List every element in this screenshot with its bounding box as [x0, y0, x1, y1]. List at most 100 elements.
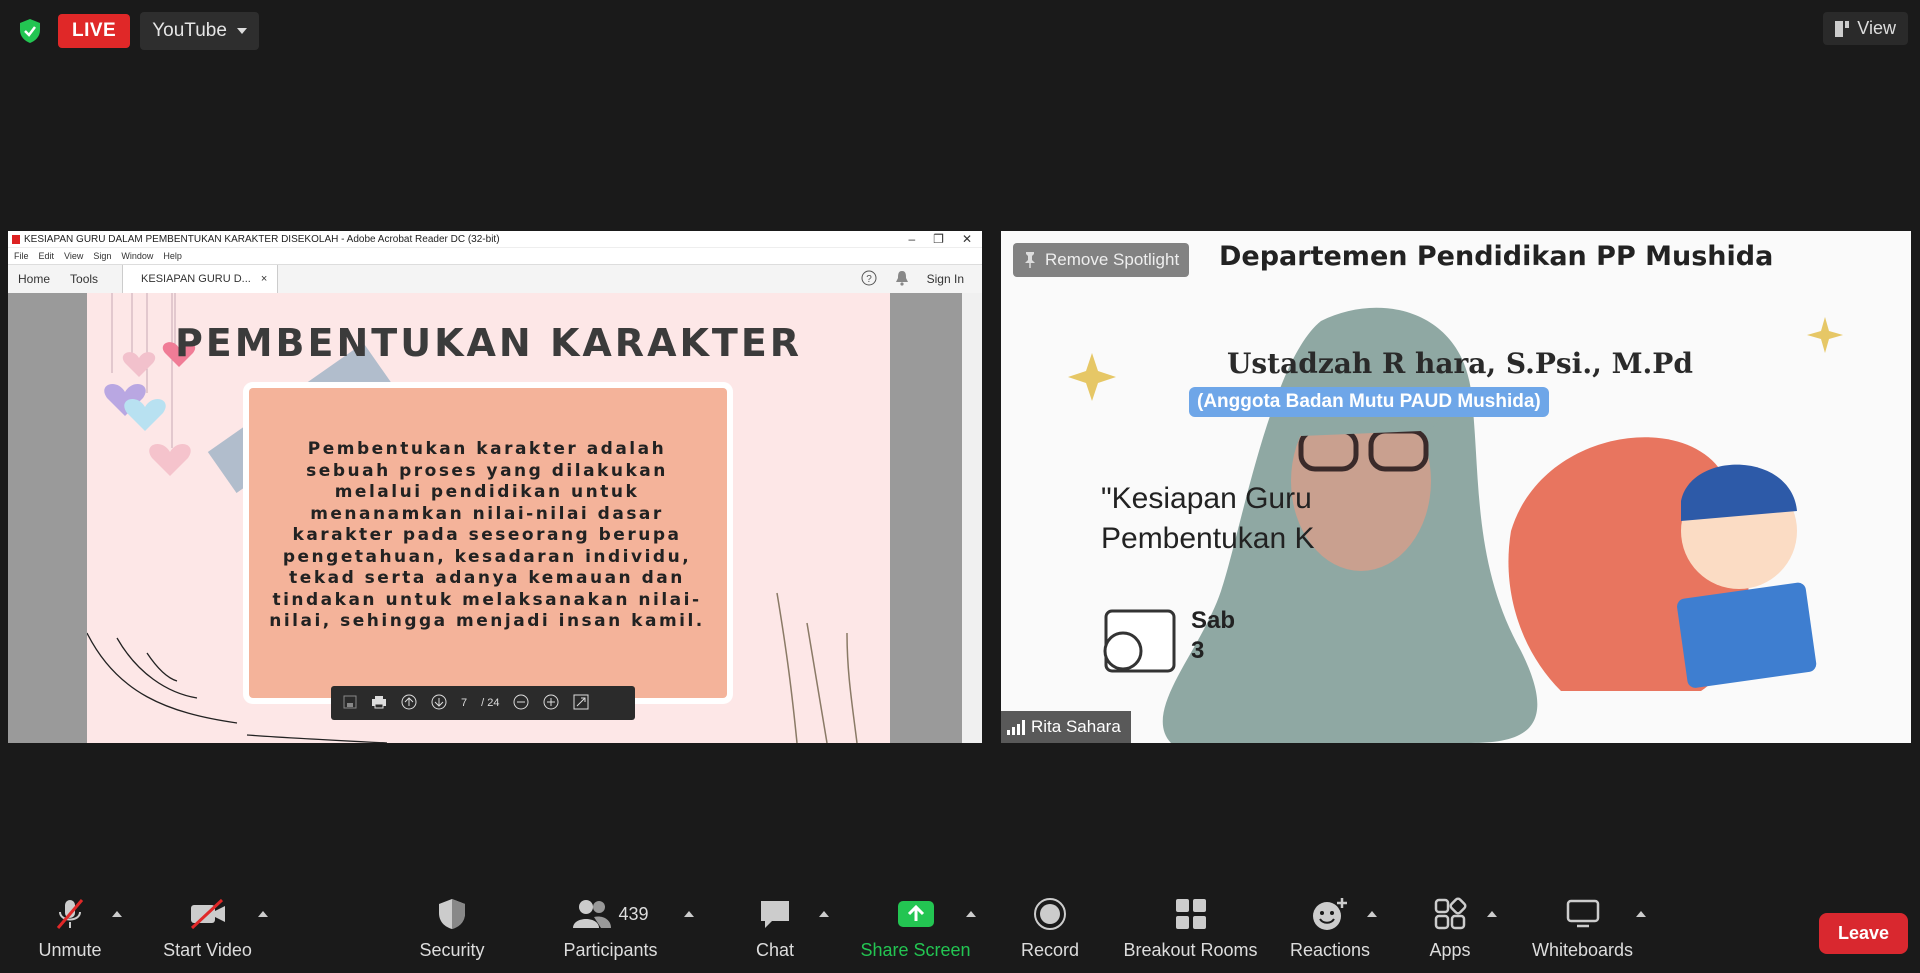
slide-topic: "Kesiapan Guru Pembentukan K	[1101, 479, 1314, 559]
next-page-icon[interactable]	[431, 694, 447, 713]
participant-name: Rita Sahara	[1031, 717, 1121, 736]
close-icon[interactable]: ✕	[962, 232, 972, 246]
stream-target-dropdown[interactable]: YouTube	[140, 12, 259, 50]
participants-icon	[573, 900, 612, 928]
restore-icon[interactable]: ❐	[933, 232, 944, 246]
record-button[interactable]: Record	[1010, 880, 1090, 973]
menu-view[interactable]: View	[64, 251, 83, 261]
breakout-rooms-icon	[1174, 892, 1208, 936]
stream-target-label: YouTube	[152, 20, 227, 41]
share-options-chevron-icon[interactable]	[966, 911, 976, 917]
record-icon	[1033, 892, 1067, 936]
start-video-button[interactable]: Start Video	[150, 880, 265, 973]
participant-count: 439	[618, 903, 649, 924]
unmute-button[interactable]: Unmute	[20, 880, 120, 973]
pdf-floating-toolbar: 7 / 24	[331, 686, 635, 720]
slide-topic-line2: Pembentukan K	[1101, 522, 1315, 555]
menu-sign[interactable]: Sign	[93, 251, 111, 261]
view-button[interactable]: View	[1823, 12, 1908, 45]
slide-department: Departemen Pendidikan PP Mushida	[1219, 241, 1774, 272]
live-badge[interactable]: LIVE	[58, 14, 131, 48]
breakout-rooms-label: Breakout Rooms	[1123, 940, 1258, 960]
scrollbar[interactable]	[962, 293, 982, 743]
share-screen-button[interactable]: Share Screen	[858, 880, 973, 973]
notification-bell-icon[interactable]	[895, 270, 909, 289]
pdf-app-icon	[12, 234, 20, 244]
record-label: Record	[1020, 940, 1080, 960]
tab-close-icon[interactable]: ×	[261, 273, 267, 285]
participant-name-tag: Rita Sahara	[1001, 711, 1131, 743]
help-icon[interactable]: ?	[861, 270, 877, 289]
leave-button[interactable]: Leave	[1818, 913, 1908, 954]
microphone-muted-icon	[52, 892, 88, 936]
whiteboard-icon	[1565, 892, 1601, 936]
svg-text:?: ?	[866, 274, 872, 285]
whiteboards-options-chevron-icon[interactable]	[1636, 911, 1646, 917]
chat-label: Chat	[755, 940, 795, 960]
video-off-icon	[188, 892, 228, 936]
view-layout-icon	[1835, 20, 1850, 37]
slide-body: Pembentukan karakter adalah sebuah prose…	[269, 439, 705, 631]
sign-in-button[interactable]: Sign In	[927, 272, 964, 286]
print-icon[interactable]	[371, 695, 387, 712]
participants-icon-group: 439	[572, 892, 649, 936]
slide-speaker-name: Ustadzah R hara, S.Psi., M.Pd	[1227, 347, 1693, 380]
previous-page-icon[interactable]	[401, 694, 417, 713]
apps-label: Apps	[1429, 940, 1471, 960]
participants-button[interactable]: 439 Participants	[548, 880, 673, 973]
tab-home[interactable]: Home	[8, 272, 60, 286]
chat-bubble-icon	[758, 892, 792, 936]
reactions-label: Reactions	[1289, 940, 1371, 960]
menu-window[interactable]: Window	[121, 251, 153, 261]
video-options-chevron-icon[interactable]	[258, 911, 268, 917]
start-video-label: Start Video	[163, 940, 252, 960]
view-label: View	[1857, 18, 1896, 38]
apps-options-chevron-icon[interactable]	[1487, 911, 1497, 917]
acrobat-menu-bar: File Edit View Sign Window Help	[8, 248, 982, 264]
tab-tools[interactable]: Tools	[60, 272, 108, 286]
minimize-icon[interactable]: –	[908, 232, 915, 246]
meeting-toolbar: Unmute Start Video Security 439 Particip…	[0, 880, 1920, 973]
whiteboards-button[interactable]: Whiteboards	[1520, 880, 1645, 973]
security-shield-icon	[437, 892, 467, 936]
remove-spotlight-button[interactable]: Remove Spotlight	[1013, 243, 1190, 277]
menu-file[interactable]: File	[14, 251, 29, 261]
security-label: Security	[419, 940, 485, 960]
menu-edit[interactable]: Edit	[39, 251, 55, 261]
apps-button[interactable]: Apps	[1410, 880, 1490, 973]
chat-button[interactable]: Chat	[735, 880, 815, 973]
security-button[interactable]: Security	[402, 880, 502, 973]
reactions-options-chevron-icon[interactable]	[1367, 911, 1377, 917]
meeting-top-left: LIVE YouTube	[12, 12, 259, 50]
remove-spotlight-label: Remove Spotlight	[1045, 250, 1180, 269]
tab-document[interactable]: KESIAPAN GURU D... ×	[122, 265, 279, 293]
pdf-page: PEMBENTUKAN KARAKTER Pembentukan karakte…	[87, 293, 890, 743]
signal-strength-icon	[1007, 719, 1025, 735]
slide-title: PEMBENTUKAN KARAKTER	[174, 321, 803, 365]
whiteboards-label: Whiteboards	[1531, 940, 1634, 960]
chevron-down-icon	[236, 28, 247, 34]
spotlight-video[interactable]: Departemen Pendidikan PP Mushida Ustadza…	[1001, 231, 1911, 743]
shared-screen: KESIAPAN GURU DALAM PEMBENTUKAN KARAKTER…	[8, 231, 982, 743]
slide-speaker-role: (Anggota Badan Mutu PAUD Mushida)	[1189, 387, 1549, 417]
document-viewport[interactable]: PEMBENTUKAN KARAKTER Pembentukan karakte…	[8, 293, 982, 743]
participants-options-chevron-icon[interactable]	[684, 911, 694, 917]
slide-date: Sab 3	[1191, 606, 1235, 666]
menu-help[interactable]: Help	[163, 251, 182, 261]
encryption-shield-icon[interactable]	[12, 13, 48, 49]
acrobat-title-bar: KESIAPAN GURU DALAM PEMBENTUKAN KARAKTER…	[8, 231, 982, 248]
pin-icon	[1025, 252, 1035, 268]
zoom-in-icon[interactable]	[543, 694, 559, 713]
page-number-input[interactable]: 7	[461, 697, 467, 709]
chat-options-chevron-icon[interactable]	[819, 911, 829, 917]
fit-page-icon[interactable]	[573, 694, 589, 713]
share-screen-label: Share Screen	[860, 940, 971, 960]
zoom-out-icon[interactable]	[513, 694, 529, 713]
apps-icon	[1433, 892, 1467, 936]
audio-options-chevron-icon[interactable]	[112, 911, 122, 917]
acrobat-window-title: KESIAPAN GURU DALAM PEMBENTUKAN KARAKTER…	[24, 233, 500, 245]
slide-date-line1: Sab	[1191, 607, 1236, 634]
reactions-button[interactable]: Reactions	[1285, 880, 1375, 973]
save-icon[interactable]	[343, 695, 357, 712]
breakout-rooms-button[interactable]: Breakout Rooms	[1118, 880, 1263, 973]
